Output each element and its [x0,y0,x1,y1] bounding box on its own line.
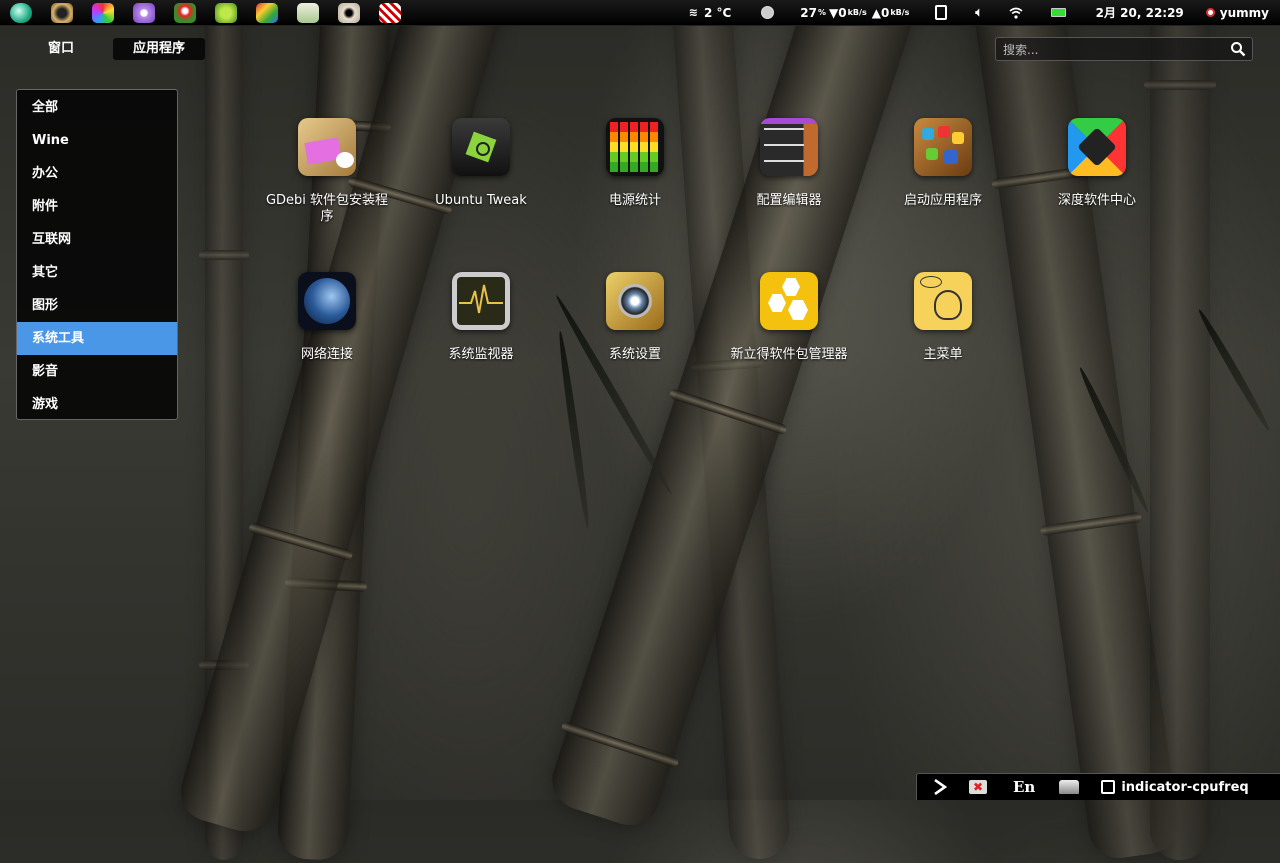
weather-icon: ≋ [688,6,698,19]
app-label: 电源统计 [608,193,661,208]
settings-icon [606,272,664,330]
upload-arrow-icon: ▲ [871,5,881,20]
app-system-monitor[interactable]: 系统监视器 [416,272,546,363]
play-icon [934,779,947,795]
app-label: GDebi 软件包安装程序 [265,193,389,224]
wifi-icon [1009,7,1023,19]
download-value: 0 [838,5,847,20]
drive-icon [1059,780,1080,794]
app-system-settings[interactable]: 系统设置 [570,272,700,363]
download-unit: kB/s [847,8,867,17]
download-arrow-icon: ▼ [829,5,839,20]
category-graphics[interactable]: 图形 [17,289,177,322]
app-label: 新立得软件包管理器 [730,347,848,362]
app-deepin-software-center[interactable]: 深度软件中心 [1032,118,1162,209]
weather-indicator[interactable]: ≋ 2 °C [689,6,732,20]
scanner-icon[interactable] [51,2,73,23]
drive-indicator[interactable] [1059,780,1080,794]
category-system-tools[interactable]: 系统工具 [17,322,177,355]
paint-icon[interactable] [92,2,114,23]
category-office[interactable]: 办公 [17,157,177,190]
search-box [995,37,1253,62]
main-menu-icon [914,272,972,330]
package-icon [298,118,356,176]
play-button[interactable] [933,779,947,795]
close-icon: ✖ [969,780,987,794]
system-tray: ≋ 2 °C 27 % ▼ 0 kB/s ▲ 0 kB/s 🔈︎ 2月 20, … [671,0,1280,25]
windows-tab[interactable]: 窗口 [28,38,94,60]
upload-unit: kB/s [890,8,910,17]
upload-value: 0 [880,5,890,20]
category-all[interactable]: 全部 [17,91,177,124]
cpu-chip-icon [1101,780,1116,794]
volume-indicator[interactable]: 🔈︎ [975,5,982,20]
clock-icon [761,6,775,19]
user-icon [1205,8,1215,17]
app-label: 系统设置 [608,347,661,362]
power-stats-icon [606,118,664,176]
clipboard-indicator[interactable] [935,5,948,20]
cpufreq-indicator[interactable]: indicator-cpufreq [1101,779,1249,795]
username-label: yummy [1219,5,1269,20]
category-list: 全部 Wine 办公 附件 互联网 其它 图形 系统工具 影音 游戏 [16,89,178,420]
wifi-indicator[interactable] [1009,7,1023,19]
app-gdebi[interactable]: GDebi 软件包安装程序 [262,118,392,225]
tweak-icon [452,118,510,176]
keyboard-layout-indicator[interactable]: En [1013,778,1035,796]
clipboard-icon [935,5,948,20]
category-accessories[interactable]: 附件 [17,190,177,223]
top-panel: ≋ 2 °C 27 % ▼ 0 kB/s ▲ 0 kB/s 🔈︎ 2月 20, … [0,0,1280,26]
cpufreq-label: indicator-cpufreq [1121,779,1249,795]
config-editor-icon [760,118,818,176]
app-label: Ubuntu Tweak [435,193,527,208]
app-main-menu[interactable]: 主菜单 [878,272,1008,363]
app-label: 主菜单 [923,347,963,362]
category-multimedia[interactable]: 影音 [17,355,177,388]
app-ubuntu-tweak[interactable]: Ubuntu Tweak [416,118,546,209]
app-label: 系统监视器 [448,347,514,362]
category-games[interactable]: 游戏 [17,388,177,421]
updates-indicator[interactable] [761,6,775,19]
paw-icon[interactable] [338,2,360,23]
battery-indicator[interactable] [1050,8,1066,17]
cpu-value: 27 [800,5,817,20]
deepin-icon[interactable] [10,2,32,23]
speaker-icon: 🔈︎ [975,5,983,19]
game-icon[interactable] [174,2,196,23]
category-internet[interactable]: 互联网 [17,223,177,256]
app-power-statistics[interactable]: 电源统计 [570,118,700,209]
system-monitor-icon [452,272,510,330]
search-icon[interactable] [1230,41,1246,57]
clock-indicator[interactable]: 2月 20, 22:29 [1096,4,1184,21]
applications-tab[interactable]: 应用程序 [113,38,206,60]
category-other[interactable]: 其它 [17,256,177,289]
search-input[interactable] [996,38,1225,62]
app-label: 启动应用程序 [903,193,982,208]
app-label: 网络连接 [300,347,353,362]
close-tray-button[interactable]: ✖ [969,780,987,794]
system-load-indicator[interactable]: 27 % ▼ 0 kB/s ▲ 0 kB/s [800,6,909,20]
zebra-icon[interactable] [379,2,401,23]
dock [0,2,420,23]
cpu-unit: % [818,8,827,17]
bottom-tray: ✖ En indicator-cpufreq [916,773,1280,800]
notes-icon[interactable] [297,2,319,23]
category-wine[interactable]: Wine [17,124,177,157]
app-synaptic[interactable]: 新立得软件包管理器 [724,272,854,363]
app-config-editor[interactable]: 配置编辑器 [724,118,854,209]
app-startup-applications[interactable]: 启动应用程序 [878,118,1008,209]
datetime-label: 2月 20, 22:29 [1095,6,1184,20]
cannabis-icon[interactable] [256,2,278,23]
synaptic-icon [760,272,818,330]
chat-icon[interactable] [133,2,155,23]
android-icon[interactable] [215,2,237,23]
globe-icon [298,272,356,330]
app-label: 深度软件中心 [1057,193,1136,208]
startup-apps-icon [914,118,972,176]
app-label: 配置编辑器 [756,193,822,208]
battery-icon [1050,8,1066,17]
software-center-icon [1068,118,1126,176]
app-network-connections[interactable]: 网络连接 [262,272,392,363]
user-menu[interactable]: yummy [1205,5,1269,20]
